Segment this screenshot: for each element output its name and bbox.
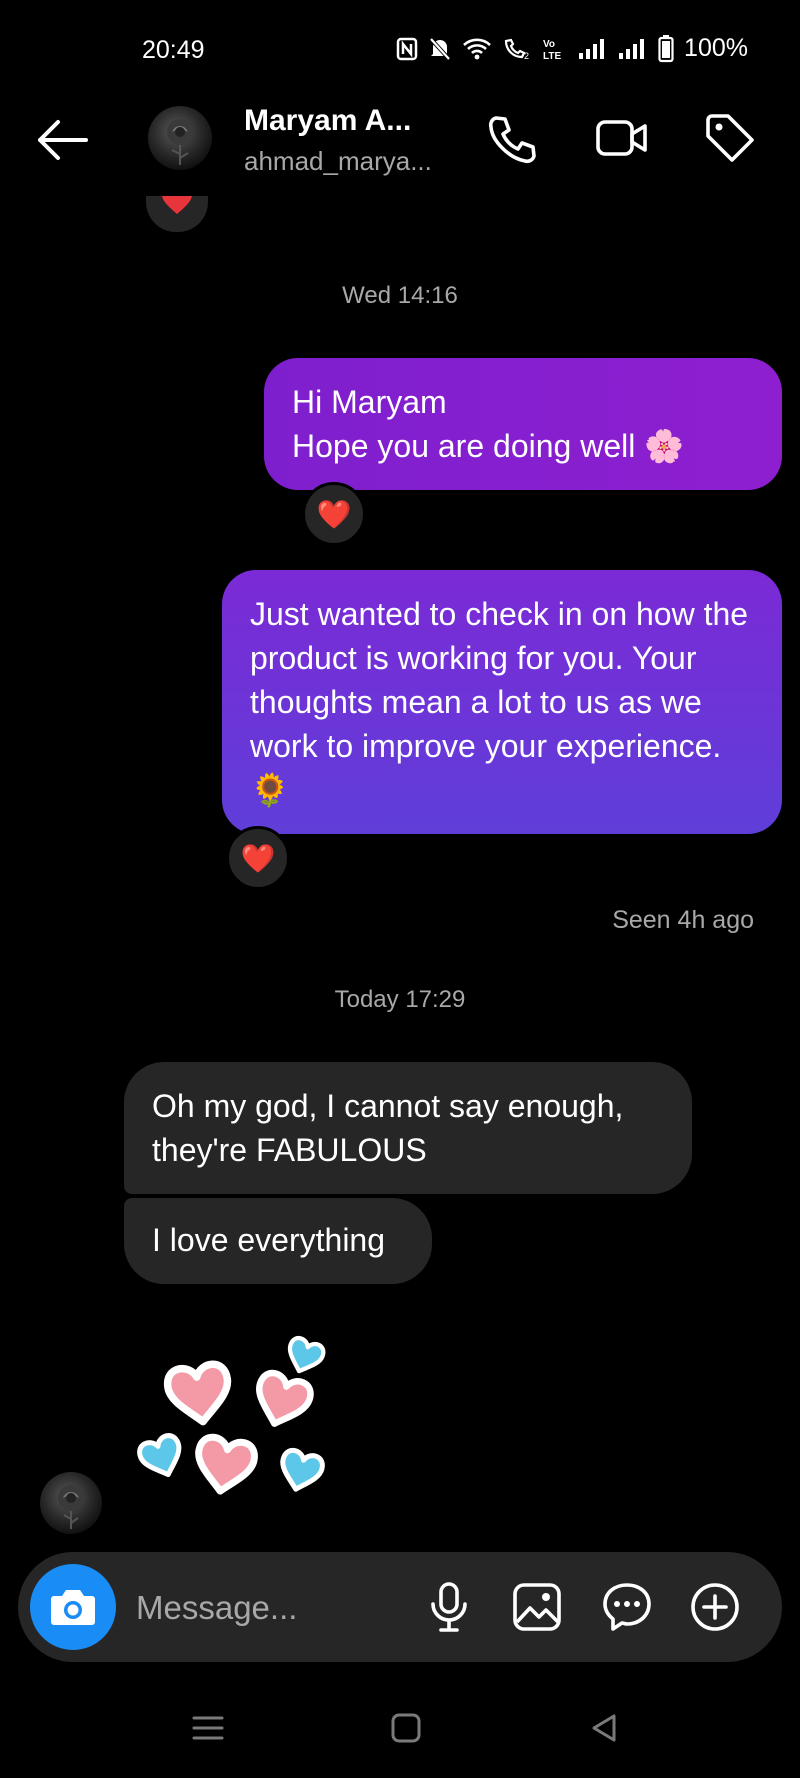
signal-icon (579, 38, 605, 59)
wifi-call-icon: 2 (504, 38, 529, 61)
contact-username[interactable]: ahmad_marya... (244, 146, 432, 177)
microphone-icon[interactable] (422, 1580, 476, 1634)
wifi-icon (463, 38, 491, 59)
hearts-sticker[interactable] (124, 1330, 344, 1520)
message-input[interactable] (134, 1586, 388, 1630)
rose-icon (58, 1485, 84, 1529)
svg-text:LTE: LTE (543, 51, 561, 61)
status-icons: 2 Vo LTE 100% (396, 34, 748, 63)
incoming-message[interactable]: Oh my god, I cannot say enough, they're … (124, 1062, 692, 1194)
tag-icon[interactable] (702, 110, 758, 166)
avatar[interactable] (40, 1472, 102, 1534)
timestamp: Today 17:29 (334, 986, 466, 1013)
back-arrow-icon[interactable] (34, 116, 90, 164)
nfc-icon (396, 37, 418, 60)
camera-icon (51, 1590, 95, 1625)
signal-icon (619, 38, 645, 59)
status-time: 20:49 (142, 36, 205, 64)
home-icon[interactable] (384, 1706, 428, 1750)
avatar[interactable] (148, 106, 212, 170)
heart-icon (162, 196, 192, 214)
svg-text:2: 2 (524, 51, 529, 61)
phone-icon[interactable] (484, 110, 540, 166)
message-composer (18, 1552, 782, 1662)
battery-percent: 100% (684, 34, 748, 62)
svg-text:Vo: Vo (543, 39, 555, 50)
reaction-badge[interactable] (146, 196, 208, 232)
plus-icon[interactable] (688, 1580, 742, 1634)
timestamp: Wed 14:16 (342, 282, 458, 309)
back-icon[interactable] (582, 1706, 626, 1750)
contact-name[interactable]: Maryam A... (244, 104, 411, 138)
sticker-icon[interactable] (600, 1580, 654, 1634)
outgoing-message[interactable]: Hi Maryam Hope you are doing well 🌸 (264, 358, 782, 490)
camera-button[interactable] (30, 1564, 116, 1650)
gallery-icon[interactable] (510, 1580, 564, 1634)
menu-icon[interactable] (186, 1706, 230, 1750)
rose-icon (167, 119, 193, 165)
video-camera-icon[interactable] (594, 110, 650, 166)
volte-icon: Vo LTE (543, 39, 561, 61)
battery-icon (658, 34, 674, 62)
incoming-message[interactable]: I love everything (124, 1198, 432, 1284)
seen-status: Seen 4h ago (612, 906, 754, 934)
mute-icon (428, 36, 452, 61)
reaction-badge[interactable]: ❤️ (226, 826, 290, 890)
outgoing-message[interactable]: Just wanted to check in on how the produ… (222, 570, 782, 834)
reaction-badge[interactable]: ❤️ (302, 482, 366, 546)
